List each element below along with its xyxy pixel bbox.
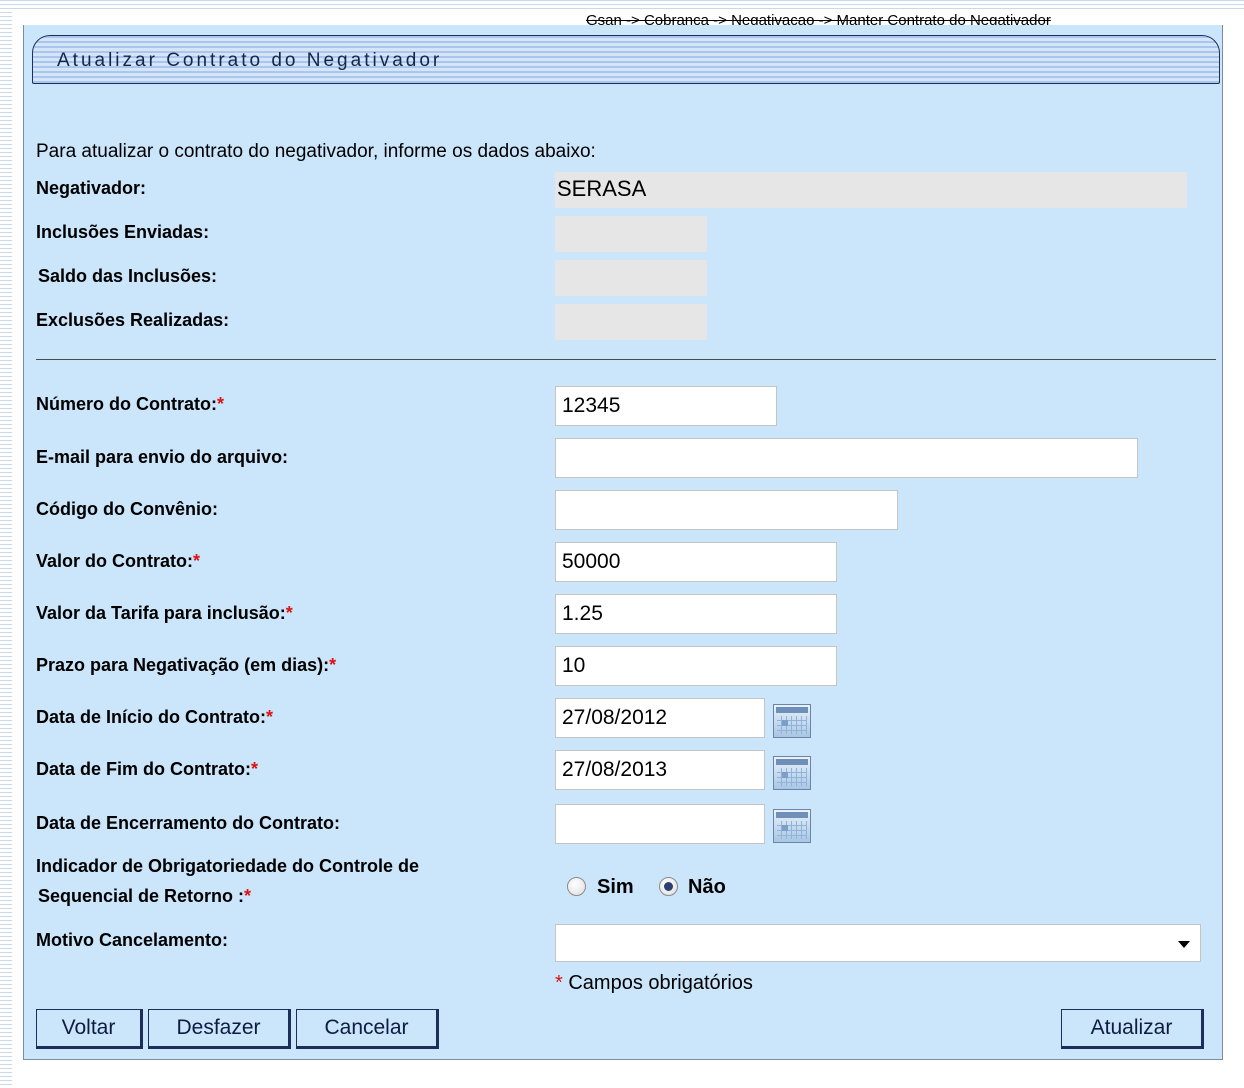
motivo-cancelamento-select[interactable] xyxy=(555,924,1201,962)
valor-contrato-label: Valor do Contrato:* xyxy=(36,551,201,571)
negativador-value-field: SERASA xyxy=(555,172,1187,208)
voltar-button[interactable]: Voltar xyxy=(36,1009,143,1049)
calendar-icon[interactable] xyxy=(773,756,811,790)
cancelar-button[interactable]: Cancelar xyxy=(296,1009,439,1049)
numero-contrato-label: Número do Contrato:* xyxy=(36,394,224,414)
required-star: * xyxy=(216,394,224,414)
required-star: * xyxy=(285,603,293,623)
data-encerramento-input[interactable] xyxy=(555,804,765,844)
email-envio-input[interactable] xyxy=(555,438,1138,478)
indicador-label-line2: Sequencial de Retorno :* xyxy=(38,886,252,906)
indicador-nao-label: Não xyxy=(688,876,726,898)
data-fim-input[interactable] xyxy=(555,750,765,790)
saldo-inclusoes-field xyxy=(555,260,707,296)
required-star: * xyxy=(193,551,201,571)
exclusoes-realizadas-label: Exclusões Realizadas: xyxy=(36,310,230,330)
prazo-negativacao-label: Prazo para Negativação (em dias):* xyxy=(36,655,337,675)
data-inicio-label: Data de Início do Contrato:* xyxy=(36,707,274,727)
numero-contrato-input[interactable] xyxy=(555,386,777,426)
inclusoes-enviadas-label: Inclusões Enviadas: xyxy=(36,222,210,242)
motivo-cancelamento-label: Motivo Cancelamento: xyxy=(36,930,229,950)
inclusoes-enviadas-field xyxy=(555,216,707,252)
indicador-label-line1: Indicador de Obrigatoriedade do Controle… xyxy=(36,856,420,876)
valor-contrato-input[interactable] xyxy=(555,542,837,582)
indicador-nao-radio[interactable] xyxy=(659,877,678,896)
calendar-icon[interactable] xyxy=(773,809,811,843)
prazo-negativacao-input[interactable] xyxy=(555,646,837,686)
desfazer-button[interactable]: Desfazer xyxy=(148,1009,291,1049)
required-star: * xyxy=(266,707,274,727)
intro-text: Para atualizar o contrato do negativador… xyxy=(36,141,596,162)
data-inicio-input[interactable] xyxy=(555,698,765,738)
chevron-down-icon xyxy=(1178,941,1190,948)
top-decorative-stripes xyxy=(0,0,1244,12)
section-divider xyxy=(36,359,1216,360)
left-decorative-stripes xyxy=(0,0,12,1088)
calendar-icon[interactable] xyxy=(773,704,811,738)
data-fim-label: Data de Fim do Contrato:* xyxy=(36,759,259,779)
indicador-sim-label: Sim xyxy=(597,876,634,898)
negativador-label: Negativador: xyxy=(36,178,147,198)
atualizar-button[interactable]: Atualizar xyxy=(1061,1009,1204,1049)
required-star: * xyxy=(329,655,337,675)
required-fields-note: * Campos obrigatórios xyxy=(555,972,753,994)
required-star: * xyxy=(251,759,259,779)
codigo-convenio-label: Código do Convênio: xyxy=(36,499,218,519)
title-bar: Atualizar Contrato do Negativador xyxy=(32,35,1220,84)
required-star: * xyxy=(244,886,252,906)
exclusoes-realizadas-field xyxy=(555,304,707,340)
indicador-sim-radio[interactable] xyxy=(567,877,586,896)
negativador-value: SERASA xyxy=(557,176,647,201)
saldo-inclusoes-label: Saldo das Inclusões: xyxy=(38,266,218,286)
valor-tarifa-input[interactable] xyxy=(555,594,837,634)
email-envio-label: E-mail para envio do arquivo: xyxy=(36,447,289,467)
valor-tarifa-label: Valor da Tarifa para inclusão:* xyxy=(36,603,293,623)
codigo-convenio-input[interactable] xyxy=(555,490,898,530)
data-encerramento-label: Data de Encerramento do Contrato: xyxy=(36,813,341,833)
page-title: Atualizar Contrato do Negativador xyxy=(57,50,443,71)
